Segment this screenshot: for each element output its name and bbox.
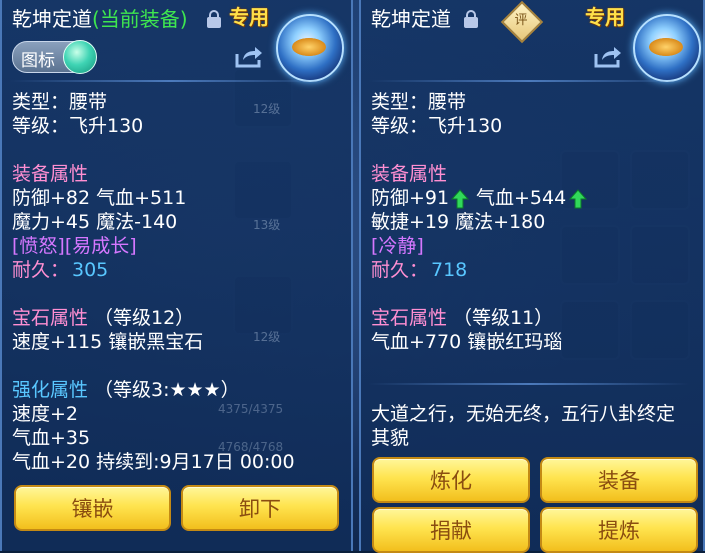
special-effects: [冷静] xyxy=(371,235,424,257)
toggle-knob xyxy=(63,40,97,74)
level-line: 等级：飞升130 xyxy=(12,115,144,137)
durability-value: 305 xyxy=(72,259,109,281)
bg-bar-value: 4375/4375 xyxy=(218,402,284,416)
share-icon[interactable] xyxy=(234,45,264,69)
enhance-line-1: 速度+2 xyxy=(12,403,79,425)
special-effects: [愤怒][易成长] xyxy=(12,235,137,257)
exclusive-label: 专用 xyxy=(229,5,269,29)
item-name: 乾坤定道 xyxy=(371,7,451,31)
icon-toggle[interactable]: 图标 xyxy=(12,40,97,74)
exclusive-label: 专用 xyxy=(585,5,625,29)
divider xyxy=(10,80,330,82)
compare-equipment-panel: 乾坤定道 评 专用 类型：腰带 等级：飞升130 装备属性 防御+91 气血+5… xyxy=(359,0,705,553)
current-equipment-panel: 乾坤定道 (当前装备) 专用 图标 类型：腰带 等级：飞升130 装备属性 防御… xyxy=(0,0,353,551)
increase-arrow-icon xyxy=(569,189,587,209)
icon-toggle-label: 图标 xyxy=(21,51,55,71)
durability-label: 耐久： xyxy=(371,259,429,281)
item-name: 乾坤定道 xyxy=(12,7,92,31)
enhance-attr-title: 强化属性 xyxy=(12,379,89,401)
type-line: 类型：腰带 xyxy=(12,91,108,113)
description-line-1: 大道之行，无始无终，五行八卦终定 xyxy=(371,403,676,425)
divider xyxy=(369,383,689,385)
bg-slot-label: 12级 xyxy=(253,102,281,116)
unequip-button[interactable]: 卸下 xyxy=(181,485,339,531)
level-line: 等级：飞升130 xyxy=(371,115,503,137)
equip-attr-title: 装备属性 xyxy=(371,163,448,185)
gem-level: （等级12） xyxy=(94,307,195,329)
lock-icon xyxy=(207,10,221,28)
share-icon[interactable] xyxy=(593,45,623,69)
donate-button[interactable]: 捐献 xyxy=(372,507,530,553)
attr-line-1a: 防御+91 xyxy=(371,187,450,209)
gem-attr-title: 宝石属性 xyxy=(12,307,89,329)
item-emblem-icon xyxy=(633,14,701,82)
enhance-line-2: 气血+35 xyxy=(12,427,91,449)
durability-label: 耐久： xyxy=(12,259,70,281)
divider xyxy=(369,80,689,82)
attr-line-2: 魔力+45 魔法-140 xyxy=(12,211,178,233)
type-line: 类型：腰带 xyxy=(371,91,467,113)
attr-line-1: 防御+82 气血+511 xyxy=(12,187,187,209)
gem-line: 气血+770 镶嵌红玛瑙 xyxy=(371,331,563,353)
gem-attr-title: 宝石属性 xyxy=(371,307,448,329)
bg-bar-value: 4768/4768 xyxy=(218,440,284,454)
lock-icon xyxy=(464,10,478,28)
description-line-2: 其貌 xyxy=(371,427,410,449)
equip-attr-title: 装备属性 xyxy=(12,163,89,185)
item-emblem-icon xyxy=(276,14,344,82)
extract-button[interactable]: 提炼 xyxy=(540,507,698,553)
equip-button[interactable]: 装备 xyxy=(540,457,698,503)
inlay-button[interactable]: 镶嵌 xyxy=(14,485,171,531)
gem-line: 速度+115 镶嵌黑宝石 xyxy=(12,331,204,353)
refine-button[interactable]: 炼化 xyxy=(372,457,530,503)
attr-line-2: 敏捷+19 魔法+180 xyxy=(371,211,546,233)
gem-level: （等级11） xyxy=(453,307,554,329)
bg-slot-label: 12级 xyxy=(253,330,281,344)
current-equipped-tag: (当前装备) xyxy=(92,7,188,31)
bg-slot-label: 13级 xyxy=(253,218,281,232)
rate-label: 评 xyxy=(514,13,528,28)
attr-line-1b: 气血+544 xyxy=(476,187,567,209)
durability-value: 718 xyxy=(431,259,468,281)
increase-arrow-icon xyxy=(451,189,469,209)
